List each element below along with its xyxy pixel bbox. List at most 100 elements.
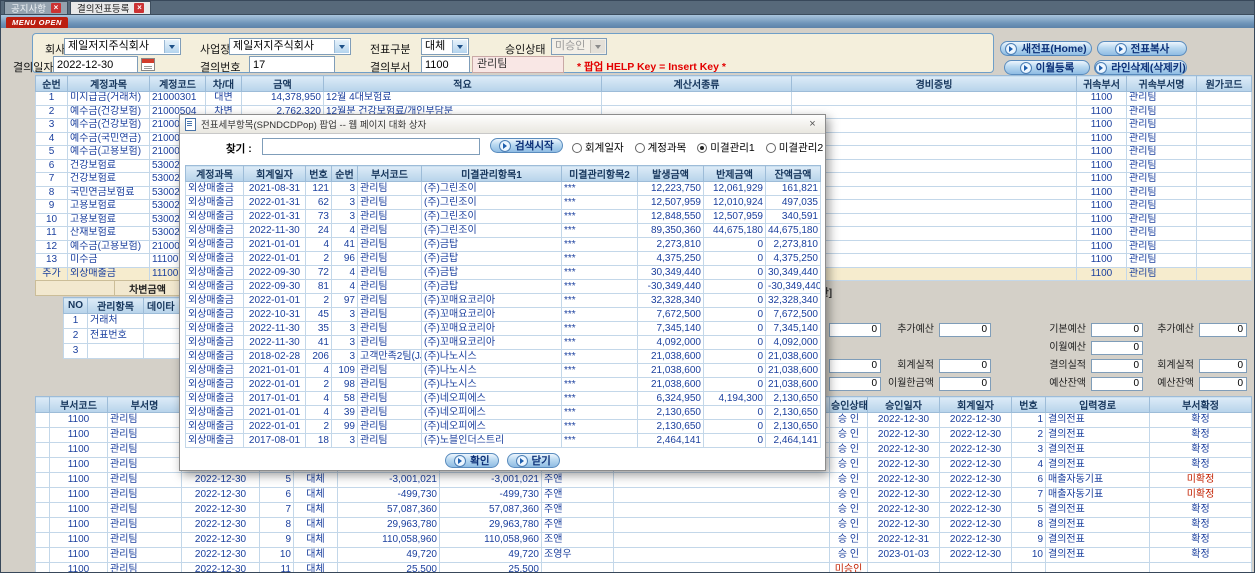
column-header[interactable]: 승인상태	[829, 396, 868, 413]
column-header[interactable]: 부서확정	[1149, 396, 1252, 413]
table-row[interactable]: 외상매출금 2017-08-01 18 3 관리팀 (주)노블인더스트리 *** 2,464,…	[185, 433, 821, 448]
new-voucher-button[interactable]: 새전표(Home)	[1000, 41, 1092, 56]
budget-amount-field[interactable]: 0	[1199, 323, 1247, 337]
column-header[interactable]: 부서코드	[357, 165, 422, 182]
table-row[interactable]: 2022-12-30 11 대체 25,500 25,500 미승인	[181, 562, 1252, 572]
table-row[interactable]: 2022-12-30 7 대체 57,087,360 57,087,360 주앤 승 인 20…	[181, 502, 1252, 518]
radio-account-date[interactable]: 회계일자	[572, 140, 624, 155]
table-row[interactable]: 외상매출금 2022-10-31 45 3 관리팀 (주)꼬매요코리아 *** 7,672,5…	[185, 307, 821, 322]
table-row[interactable]: 1100 관리팀	[35, 502, 182, 518]
tab-notice[interactable]: 공지사항 ×	[4, 1, 68, 15]
budget-amount-field[interactable]: 0	[829, 359, 881, 373]
table-row[interactable]: 외상매출금 2022-11-30 24 4 관리팀 (주)그린조이 *** 89,350,36…	[185, 223, 821, 238]
column-header[interactable]: 계정코드	[149, 75, 206, 92]
table-row[interactable]: 외상매출금 2022-01-01 2 97 관리팀 (주)꼬매요코리아 *** 32,328,…	[185, 293, 821, 308]
table-row[interactable]: 외상매출금 2022-11-30 41 3 관리팀 (주)꼬매요코리아 *** 4,092,0…	[185, 335, 821, 350]
company-select[interactable]: 제일저지주식회사	[64, 38, 181, 55]
table-row[interactable]: 1 미지급금(거래처) 21000301 대변 14,378,950 12월 4대보험료 1…	[35, 91, 1252, 106]
resolution-date-input[interactable]	[53, 56, 138, 73]
table-row[interactable]: 외상매출금 2022-01-31 62 3 관리팀 (주)그린조이 *** 12,507,95…	[185, 195, 821, 210]
radio-open-mgmt-2[interactable]: 미결관리2	[765, 140, 823, 155]
budget-amount-field[interactable]: 0	[939, 377, 991, 391]
column-header[interactable]: 반제금액	[703, 165, 766, 182]
table-row[interactable]: 외상매출금 2022-09-30 81 4 관리팀 (주)금탑 *** -30,349,440…	[185, 279, 821, 294]
site-select[interactable]: 제일저지주식회사	[229, 38, 351, 55]
table-row[interactable]: 외상매출금 2017-01-01 4 58 관리팀 (주)네오피에스 *** 6,324,95…	[185, 391, 821, 406]
popup-close-icon[interactable]: ×	[805, 118, 820, 131]
column-header[interactable]: 관리항목	[87, 297, 144, 314]
column-header[interactable]: 번호	[305, 165, 332, 182]
radio-open-mgmt-1[interactable]: 미결관리1	[697, 140, 755, 155]
table-row[interactable]: 외상매출금 2021-01-01 4 41 관리팀 (주)금탑 *** 2,273,810 0 2…	[185, 237, 821, 252]
budget-amount-field[interactable]: 0	[1091, 359, 1143, 373]
budget-amount-field[interactable]: 0	[829, 377, 881, 391]
table-row[interactable]: 2022-12-30 9 대체 110,058,960 110,058,960 조앤 승 인…	[181, 532, 1252, 548]
table-row[interactable]: 2022-12-30 8 대체 29,963,780 29,963,780 주앤 승 인 20…	[181, 517, 1252, 533]
table-row[interactable]: 외상매출금 2022-01-01 2 98 관리팀 (주)나노시스 *** 21,038,60…	[185, 377, 821, 392]
copy-voucher-button[interactable]: 전표복사	[1097, 41, 1187, 56]
table-row[interactable]: 1100 관리팀	[35, 532, 182, 548]
table-row[interactable]: 외상매출금 2022-01-01 2 99 관리팀 (주)네오피에스 *** 2,130,65…	[185, 419, 821, 434]
table-row[interactable]: 외상매출금 2022-09-30 72 4 관리팀 (주)금탑 *** 30,349,440 0…	[185, 265, 821, 280]
budget-amount-field[interactable]: 0	[1091, 323, 1143, 337]
budget-amount-field[interactable]: 0	[939, 323, 991, 337]
column-header[interactable]: 원가코드	[1196, 75, 1252, 92]
table-row[interactable]: 1100 관리팀	[35, 562, 182, 572]
column-header[interactable]: 부서명	[107, 396, 182, 413]
close-button[interactable]: 닫기	[506, 453, 560, 468]
budget-amount-field[interactable]: 0	[1091, 377, 1143, 391]
table-row[interactable]: 외상매출금 2018-02-28 206 3 고객만족2팀(JJ (주)나노시스 *** 21…	[185, 349, 821, 364]
tab-close-icon[interactable]: ×	[50, 3, 61, 13]
table-row[interactable]: 1100 관리팀	[35, 547, 182, 563]
budget-amount-field[interactable]: 0	[1199, 359, 1247, 373]
column-header[interactable]: 승인일자	[867, 396, 940, 413]
table-row[interactable]: 1100 관리팀	[35, 487, 182, 503]
column-header[interactable]: 금액	[241, 75, 324, 92]
popup-search-input[interactable]	[262, 138, 480, 155]
column-header[interactable]: 미결관리항목2	[561, 165, 638, 182]
table-row[interactable]: 2022-12-30 10 대체 49,720 49,720 조영우 승 인 2023-01-…	[181, 547, 1252, 563]
budget-amount-field[interactable]: 0	[829, 323, 881, 337]
table-row[interactable]: 1100 관리팀	[35, 472, 182, 488]
column-header[interactable]: 발생금액	[637, 165, 704, 182]
budget-amount-field[interactable]: 0	[1199, 377, 1247, 391]
table-row[interactable]: 외상매출금 2022-01-31 73 3 관리팀 (주)그린조이 *** 12,848,55…	[185, 209, 821, 224]
column-header[interactable]: 경비증빙	[791, 75, 1077, 92]
column-header[interactable]: 적요	[323, 75, 602, 92]
resolution-no-input[interactable]	[249, 56, 335, 73]
radio-account-subject[interactable]: 계정과목	[634, 140, 686, 155]
column-header[interactable]: 계산서종류	[601, 75, 792, 92]
budget-amount-field[interactable]: 0	[1091, 341, 1143, 355]
column-header[interactable]: 회계일자	[939, 396, 1012, 413]
table-row[interactable]: 1100 관리팀	[35, 517, 182, 533]
column-header[interactable]: 순번	[35, 75, 68, 92]
column-header[interactable]: 순번	[331, 165, 358, 182]
column-header[interactable]: 번호	[1011, 396, 1046, 413]
table-row[interactable]: 외상매출금 2022-11-30 35 3 관리팀 (주)꼬매요코리아 *** 7,345,1…	[185, 321, 821, 336]
column-header[interactable]: 부서코드	[49, 396, 108, 413]
table-row[interactable]: 1100 관리팀	[35, 427, 182, 443]
popup-title-bar[interactable]: 전표세부항목(SPNDCDPop) 팝업 -- 웹 페이지 대화 상자 ×	[180, 115, 825, 134]
column-header[interactable]: 계정과목	[67, 75, 150, 92]
delete-line-button[interactable]: 라인삭제(삭제키)	[1094, 60, 1187, 75]
table-row[interactable]: 1100 관리팀	[35, 442, 182, 458]
table-row[interactable]: 1100 관리팀	[35, 457, 182, 473]
column-header[interactable]: 차/대	[205, 75, 242, 92]
column-header[interactable]: 미결관리항목1	[421, 165, 562, 182]
table-row[interactable]: 2022-12-30 6 대체 -499,730 -499,730 주앤 승 인 2022-1…	[181, 487, 1252, 503]
table-row[interactable]: 1100 관리팀	[35, 412, 182, 428]
tab-close-icon[interactable]: ×	[134, 3, 145, 13]
budget-amount-field[interactable]: 0	[939, 359, 991, 373]
column-header[interactable]	[35, 396, 50, 413]
carryover-register-button[interactable]: 이월등록	[1004, 60, 1090, 75]
column-header[interactable]: 귀속부서명	[1126, 75, 1197, 92]
column-header[interactable]: 회계일자	[243, 165, 306, 182]
column-header[interactable]: 잔액금액	[765, 165, 821, 182]
calendar-icon[interactable]	[141, 58, 155, 71]
column-header[interactable]: NO	[63, 297, 88, 314]
search-start-button[interactable]: 검색시작	[490, 138, 563, 153]
tab-voucher-entry[interactable]: 결의전표등록 ×	[69, 1, 152, 15]
confirm-button[interactable]: 확인	[445, 453, 499, 468]
column-header[interactable]: 입력경로	[1045, 396, 1150, 413]
voucher-type-select[interactable]: 대체	[421, 38, 469, 55]
